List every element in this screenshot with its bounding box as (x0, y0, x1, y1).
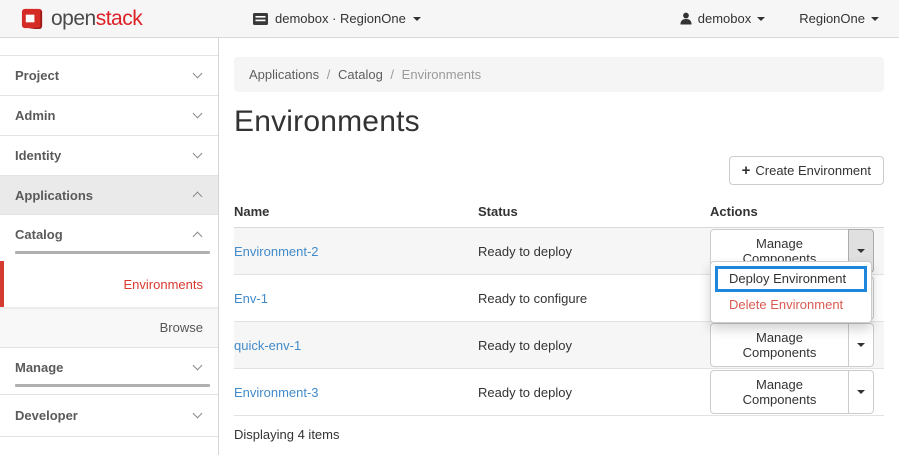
user-icon (680, 12, 692, 25)
table-header-row: Name Status Actions (234, 198, 884, 228)
region-menu-label: RegionOne (799, 11, 865, 26)
sidebar-item-developer[interactable]: Developer (0, 394, 218, 436)
status-cell: Ready to deploy (478, 322, 710, 369)
environment-link[interactable]: Environment-2 (234, 244, 319, 259)
column-header-name[interactable]: Name (234, 198, 478, 228)
breadcrumb-separator: / (327, 67, 331, 82)
column-header-status[interactable]: Status (478, 198, 710, 228)
status-cell: Ready to deploy (478, 228, 710, 275)
sidebar-divider (0, 436, 218, 437)
caret-down-icon (857, 249, 865, 253)
chevron-up-icon (193, 231, 203, 241)
table-row: quick-env-1 Ready to deploy Manage Compo… (234, 322, 884, 369)
chevron-down-icon (193, 149, 203, 159)
plus-icon: + (742, 163, 751, 178)
sidebar-item-label: Project (15, 68, 59, 83)
status-cell: Ready to deploy (478, 369, 710, 416)
sidebar-item-label: Manage (15, 360, 63, 375)
section-underline (15, 251, 210, 254)
user-menu-label: demobox (698, 11, 751, 26)
environment-link[interactable]: Env-1 (234, 291, 268, 306)
top-navbar: openstack demobox · RegionOne demobox (0, 0, 899, 38)
environment-link[interactable]: quick-env-1 (234, 338, 301, 353)
table-toolbar: + Create Environment (234, 156, 884, 185)
breadcrumb-current: Environments (402, 67, 481, 82)
row-actions-dropdown-toggle[interactable] (848, 370, 874, 414)
breadcrumb-separator: / (390, 67, 394, 82)
environment-link[interactable]: Environment-3 (234, 385, 319, 400)
manage-components-button[interactable]: Manage Components (710, 323, 849, 367)
section-underline (15, 384, 210, 387)
item-count-label: Displaying 4 items (234, 416, 884, 454)
sidebar-item-project[interactable]: Project (0, 55, 218, 95)
deploy-environment-menu-item[interactable]: Deploy Environment (715, 266, 867, 292)
openstack-logo[interactable]: openstack (0, 7, 219, 30)
chevron-down-icon (193, 109, 203, 119)
manage-components-button[interactable]: Manage Components (710, 370, 849, 414)
table-footer-row: Displaying 4 items (234, 416, 884, 454)
breadcrumb: Applications / Catalog / Environments (234, 57, 884, 92)
create-environment-button[interactable]: + Create Environment (729, 156, 884, 185)
chevron-down-icon (193, 69, 203, 79)
sidebar-item-admin[interactable]: Admin (0, 95, 218, 135)
page-title: Environments (234, 105, 884, 139)
breadcrumb-applications[interactable]: Applications (249, 67, 319, 82)
sidebar-top-strip (0, 38, 218, 55)
sidebar-item-label: Developer (15, 408, 78, 423)
sidebar-item-label: Identity (15, 148, 61, 163)
region-menu[interactable]: RegionOne (799, 11, 879, 26)
table-row: Environment-2 Ready to deploy Manage Com… (234, 228, 884, 275)
sidebar-item-label: Environments (124, 277, 203, 292)
project-region-switcher[interactable]: demobox · RegionOne (253, 11, 421, 26)
user-menu[interactable]: demobox (680, 11, 765, 26)
create-environment-label: Create Environment (755, 163, 871, 178)
status-cell: Ready to configure (478, 275, 710, 322)
chevron-down-icon (413, 17, 421, 21)
sidebar-item-browse[interactable]: Browse (0, 307, 218, 347)
openstack-cube-icon (21, 7, 44, 30)
row-actions-dropdown-toggle[interactable] (848, 323, 874, 367)
caret-down-icon (857, 390, 865, 394)
breadcrumb-catalog[interactable]: Catalog (338, 67, 383, 82)
main-content: Applications / Catalog / Environments En… (219, 38, 899, 455)
sidebar-item-environments[interactable]: Environments (0, 261, 218, 307)
row-actions-dropdown-menu: Deploy Environment Delete Environment (710, 261, 872, 323)
sidebar-item-identity[interactable]: Identity (0, 135, 218, 175)
delete-environment-menu-item[interactable]: Delete Environment (711, 292, 871, 318)
project-list-icon (253, 13, 268, 25)
sidebar-item-label: Applications (15, 188, 93, 203)
sidebar-item-label: Admin (15, 108, 55, 123)
column-header-actions: Actions (710, 198, 884, 228)
sidebar-item-label: Catalog (15, 227, 63, 242)
context-switcher-label: demobox · RegionOne (275, 11, 406, 26)
topbar-right-group: demobox RegionOne (680, 11, 899, 26)
chevron-down-icon (193, 409, 203, 419)
sidebar-item-catalog[interactable]: Catalog (0, 214, 218, 254)
openstack-wordmark: openstack (51, 8, 142, 29)
sidebar-item-applications[interactable]: Applications (0, 175, 218, 214)
environments-table: Name Status Actions Environment-2 Ready … (234, 198, 884, 453)
table-row: Environment-3 Ready to deploy Manage Com… (234, 369, 884, 416)
sidebar-item-manage[interactable]: Manage (0, 347, 218, 387)
sidebar-item-label: Browse (160, 320, 203, 335)
chevron-down-icon (193, 361, 203, 371)
sidebar-nav: Project Admin Identity Applications Cata… (0, 38, 219, 455)
chevron-down-icon (871, 17, 879, 21)
chevron-down-icon (757, 17, 765, 21)
chevron-up-icon (193, 192, 203, 202)
caret-down-icon (857, 343, 865, 347)
